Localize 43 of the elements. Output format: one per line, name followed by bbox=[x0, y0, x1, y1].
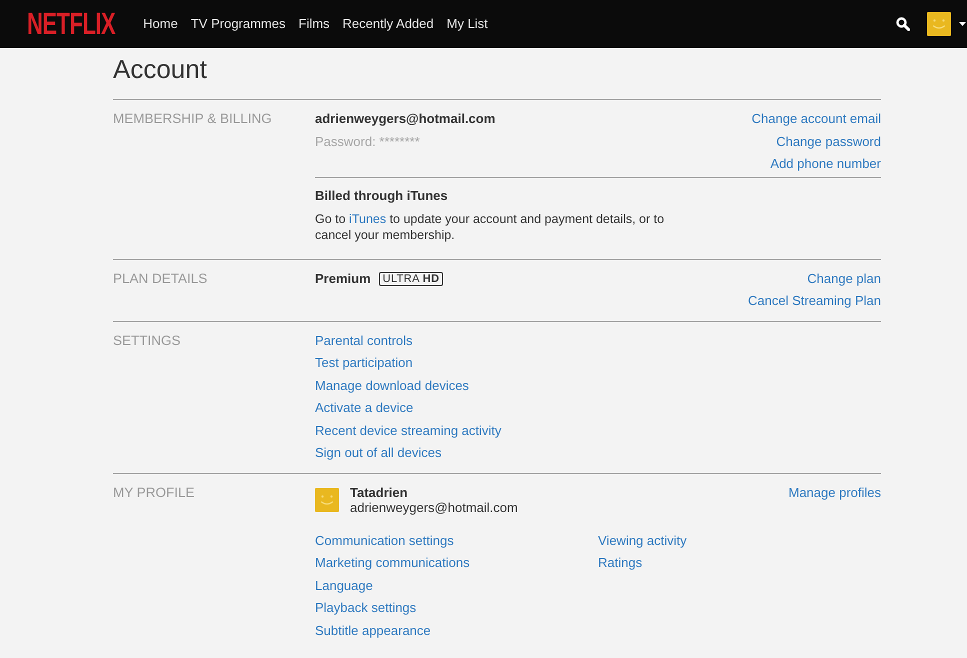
section-heading: PLAN DETAILS bbox=[113, 270, 208, 288]
profile-link[interactable]: Language bbox=[315, 574, 373, 597]
profile-link[interactable]: Communication settings bbox=[315, 530, 454, 552]
settings-link[interactable]: Parental controls bbox=[315, 330, 413, 352]
profile-link[interactable]: Viewing activity bbox=[598, 530, 687, 552]
profile-link[interactable]: Playback settings bbox=[315, 597, 416, 620]
plan-link[interactable]: Change plan bbox=[807, 268, 881, 290]
nav-link[interactable]: My List bbox=[446, 15, 488, 33]
billing-title: Billed through iTunes bbox=[315, 186, 448, 205]
caret-icon[interactable] bbox=[959, 22, 966, 26]
profile-name: Tatadrien bbox=[350, 484, 409, 500]
search-button[interactable] bbox=[896, 17, 910, 31]
manage-profiles-link[interactable]: Manage profiles bbox=[788, 484, 881, 500]
settings-link[interactable]: Recent device streaming activity bbox=[315, 420, 502, 442]
section-heading: SETTINGS bbox=[113, 332, 182, 350]
nav-link[interactable]: Recently Added bbox=[342, 15, 434, 33]
profile-link[interactable]: Ratings bbox=[598, 552, 642, 574]
logo[interactable]: NETFLIX bbox=[27, 11, 116, 37]
profile-email: adrienweygers@hotmail.com bbox=[350, 500, 518, 514]
nav-link[interactable]: Home bbox=[143, 15, 178, 33]
account-email: adrienweygers@hotmail.com bbox=[315, 110, 496, 128]
account-link[interactable]: Add phone number bbox=[770, 153, 881, 176]
settings-link[interactable]: Test participation bbox=[315, 352, 413, 374]
profile-link[interactable]: Subtitle appearance bbox=[315, 620, 431, 642]
settings-link[interactable]: Manage download devices bbox=[315, 374, 469, 397]
page-title: Account bbox=[113, 54, 208, 84]
password-text: Password: ******** bbox=[315, 132, 420, 150]
plan-link[interactable]: Cancel Streaming Plan bbox=[748, 290, 881, 312]
ultra-hd-badge: ULTRA HD bbox=[378, 272, 444, 286]
billing-description: Go to iTunes to update your account and payment details, or to cancel your membership. bbox=[315, 210, 666, 242]
avatar-icon bbox=[315, 488, 339, 512]
account-link[interactable]: Change password bbox=[776, 130, 881, 153]
search-icon bbox=[896, 17, 910, 31]
itunes-link[interactable]: iTunes bbox=[349, 212, 386, 226]
profile-link[interactable]: Marketing communications bbox=[315, 552, 470, 574]
plan-name: Premium bbox=[315, 270, 371, 288]
nav-link[interactable]: TV Programmes bbox=[190, 15, 286, 33]
settings-link[interactable]: Sign out of all devices bbox=[315, 442, 442, 464]
settings-link[interactable]: Activate a device bbox=[315, 397, 414, 420]
section-heading: MEMBERSHIP & BILLING bbox=[113, 110, 273, 128]
nav-link[interactable]: Films bbox=[298, 15, 330, 33]
section-heading: MY PROFILE bbox=[113, 484, 196, 502]
account-link[interactable]: Change account email bbox=[752, 108, 881, 130]
